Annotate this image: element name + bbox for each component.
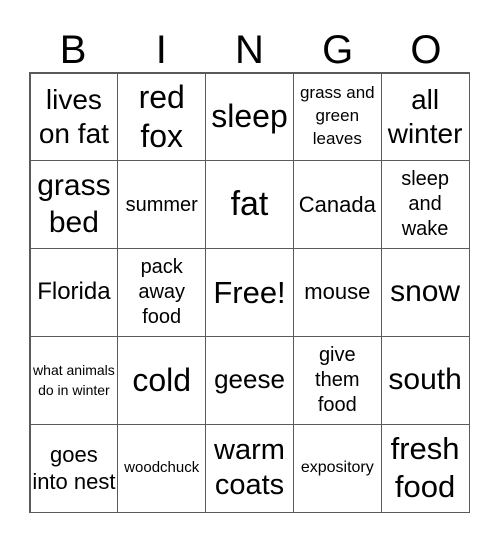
bingo-cell[interactable]: red fox [117,72,207,162]
bingo-cell[interactable]: fat [205,160,294,250]
bingo-header: B I N G O [29,28,470,72]
header-letter-g: G [322,28,354,72]
bingo-cell[interactable]: give them food [292,335,382,425]
bingo-cell[interactable]: geese [205,335,294,425]
bingo-cell[interactable]: snow [380,248,470,337]
bingo-cell[interactable]: goes into nest [29,423,119,513]
bingo-cell[interactable]: south [380,335,470,425]
header-letter-b: B [59,28,87,72]
bingo-cell[interactable]: sleep [205,72,294,162]
bingo-cell[interactable]: Free! [205,248,294,337]
bingo-cell[interactable]: what animals do in winter [29,335,119,425]
bingo-cell[interactable]: lives on fat [29,72,119,162]
bingo-cell[interactable]: Florida [29,248,119,337]
bingo-grid: lives on fat red fox sleep grass and gre… [29,72,470,513]
header-letter-o: O [410,28,442,72]
bingo-cell[interactable]: grass and green leaves [292,72,382,162]
bingo-cell[interactable]: fresh food [380,423,470,513]
bingo-cell[interactable]: sleep and wake [380,160,470,250]
bingo-cell[interactable]: warm coats [205,423,294,513]
bingo-cell[interactable]: all winter [380,72,470,162]
bingo-cell[interactable]: Canada [292,160,382,250]
bingo-cell[interactable]: woodchuck [117,423,207,513]
header-letter-n: N [235,28,264,72]
bingo-cell[interactable]: mouse [292,248,382,337]
bingo-cell[interactable]: cold [117,335,207,425]
bingo-cell[interactable]: pack away food [117,248,207,337]
bingo-cell[interactable]: summer [117,160,207,250]
bingo-cell[interactable]: grass bed [29,160,119,250]
header-letter-i: I [155,28,167,72]
bingo-cell[interactable]: expository [292,423,382,513]
